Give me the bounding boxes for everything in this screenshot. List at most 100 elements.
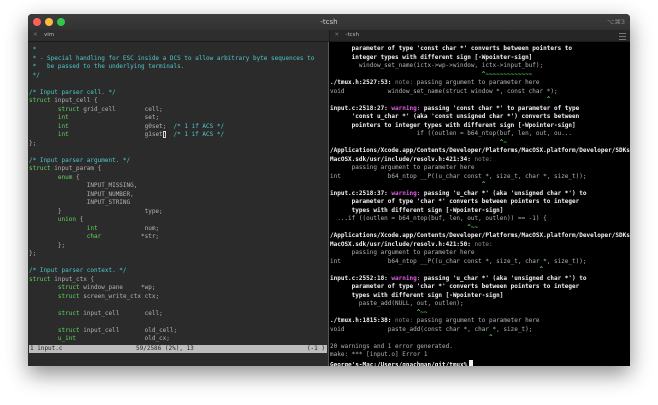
close-window-button[interactable] bbox=[33, 18, 41, 26]
code-line: input.c:2552:18: warning: passing 'u_cha… bbox=[330, 275, 630, 284]
code-text: make: *** [input.o] Error 1 bbox=[330, 351, 428, 358]
tab-tcsh[interactable]: ✕ -tcsh bbox=[328, 30, 630, 41]
code-text: void paste_add(const char *, char *, siz… bbox=[330, 325, 533, 333]
code-text: }; bbox=[29, 250, 37, 257]
terminal-window: -tcsh ⌥⌘3 ✕ vim ✕ -tcsh * * - Special ha… bbox=[28, 14, 630, 366]
tab-label: -tcsh bbox=[345, 32, 360, 38]
code-line: * bbox=[29, 46, 314, 55]
vim-editor-buffer[interactable]: * * - Special handling for ESC inside a … bbox=[29, 46, 314, 344]
close-icon[interactable]: ✕ bbox=[33, 30, 38, 41]
code-line: pointers to integer types with different… bbox=[330, 122, 630, 131]
code-line: */ bbox=[29, 72, 314, 81]
code-text: paste_add(NULL, out, outlen); bbox=[330, 300, 464, 307]
code-bold: /Applications/Xcode.app/Contents/Develop… bbox=[330, 147, 630, 154]
code-bold: input.c:2518:37: bbox=[330, 189, 388, 197]
code-text: passing argument to parameter here bbox=[330, 249, 475, 256]
code-line: /* Input parser argument. */ bbox=[29, 157, 314, 166]
code-bold: types with different sign [-Wpointer-sig… bbox=[330, 206, 504, 214]
hamburger-menu-icon[interactable] bbox=[619, 33, 626, 40]
code-line: int g1set; /* 1 if ACS */ bbox=[29, 131, 314, 140]
code-comment: /* Input parser cell. */ bbox=[29, 88, 116, 96]
minimize-window-button[interactable] bbox=[45, 18, 53, 26]
code-line: input.c:2518:27: warning: passing 'const… bbox=[330, 105, 630, 114]
code-line: parameter of type 'const char *' convert… bbox=[330, 45, 630, 54]
code-line: INPUT_STRING bbox=[29, 199, 314, 208]
code-bold: MacOSX.sdk/usr/include/resolv.h:421:34: bbox=[330, 155, 471, 163]
code-kw: struct bbox=[57, 309, 80, 317]
code-line: INPUT_NUMBER, bbox=[29, 191, 314, 200]
window-title: -tcsh bbox=[320, 18, 338, 26]
code-line: struct input_ctx { bbox=[29, 276, 314, 285]
code-text: input_cell cell; bbox=[79, 309, 163, 317]
code-line: struct input_param { bbox=[29, 165, 314, 174]
code-bold: integer types with different sign [-Wpoi… bbox=[330, 53, 533, 61]
code-line: INPUT_MISSING, bbox=[29, 182, 314, 191]
code-line: void window_set_name(struct window *, co… bbox=[330, 88, 630, 97]
code-line: int g0set; /* 1 if ACS */ bbox=[29, 123, 314, 132]
terminal-output[interactable]: parameter of type 'const char *' convert… bbox=[330, 45, 630, 366]
code-text: g0set; bbox=[68, 122, 174, 130]
status-extra: (-1 ) bbox=[306, 345, 325, 352]
code-comment: * - Special handling for ESC inside a DC… bbox=[29, 54, 315, 62]
code-line: passing argument to parameter here bbox=[330, 164, 630, 173]
vim-status-line: 1 input.c 59/2586 (2%), 13 (-1 ) bbox=[29, 345, 327, 353]
code-line: ^ bbox=[330, 334, 630, 343]
code-caret: ^ bbox=[330, 181, 486, 188]
code-line: ...if ((outlen = b64_ntop(buf, len, out,… bbox=[330, 215, 630, 224]
code-bold: passing 'u_char *' (aka 'unsigned char *… bbox=[420, 274, 587, 282]
code-bold: parameter of type 'char *' converts betw… bbox=[330, 283, 580, 290]
code-text: g1set bbox=[68, 131, 163, 138]
code-line: int num; bbox=[29, 225, 314, 234]
code-prompt: George's-Mac:/Users/gnachman/git/tmux% bbox=[330, 361, 468, 366]
code-bold: parameter of type 'char *' converts betw… bbox=[330, 198, 580, 205]
code-line: 20 warnings and 1 error generated. bbox=[330, 343, 630, 352]
code-text: grid_cell cell; bbox=[79, 105, 163, 113]
code-comment: /* 1 if ACS */ bbox=[173, 131, 225, 138]
status-file: 1 input.c bbox=[30, 345, 63, 352]
code-line: MacOSX.sdk/usr/include/resolv.h:421:50: … bbox=[330, 241, 630, 250]
close-icon[interactable]: ✕ bbox=[335, 30, 340, 41]
window-shortcut: ⌥⌘3 bbox=[606, 18, 625, 26]
code-text: input_param { bbox=[50, 165, 102, 172]
code-line: union { bbox=[29, 216, 314, 225]
code-line: /* Input parser context. */ bbox=[29, 267, 314, 276]
code-bold: ./tmux.h:2527:53: bbox=[330, 79, 392, 86]
code-comment: /* 1 if ACS */ bbox=[173, 122, 225, 130]
code-kw: struct bbox=[57, 292, 80, 300]
tcsh-pane[interactable]: parameter of type 'const char *' convert… bbox=[329, 42, 630, 366]
code-text: int b64_ntop __P((u_char const *, size_t… bbox=[330, 172, 587, 180]
code-line: u_int old_cx; bbox=[29, 335, 314, 344]
tab-vim[interactable]: ✕ vim bbox=[28, 30, 329, 41]
code-text: old_cx; bbox=[75, 335, 170, 342]
code-text: 20 warnings and 1 error generated. bbox=[330, 342, 453, 350]
code-text: }; bbox=[29, 139, 37, 147]
code-line: 'const u_char *' (aka 'const unsigned ch… bbox=[330, 113, 630, 122]
zoom-window-button[interactable] bbox=[57, 18, 65, 26]
code-text: window_pane *wp; bbox=[79, 284, 156, 291]
code-warn: warning: bbox=[387, 104, 421, 112]
code-kw: u_int bbox=[57, 335, 76, 342]
code-caret: ^ bbox=[330, 96, 551, 103]
vim-pane[interactable]: * * - Special handling for ESC inside a … bbox=[28, 42, 329, 366]
code-line: enum { bbox=[29, 174, 314, 183]
code-caret: ^ bbox=[330, 334, 493, 341]
code-line: ^ bbox=[330, 181, 630, 190]
code-line: struct screen_write_ctx ctx; bbox=[29, 293, 314, 302]
code-caret: ^~~~~~~~~~~~~~ bbox=[330, 70, 533, 78]
code-kw: int bbox=[57, 114, 69, 121]
code-line: struct grid_cell cell; bbox=[29, 106, 314, 115]
code-line: struct input_cell { bbox=[29, 97, 314, 106]
code-line: struct input_cell cell; bbox=[29, 310, 314, 319]
code-line: int set; bbox=[29, 114, 314, 123]
code-comment: /* Input parser argument. */ bbox=[29, 156, 131, 164]
code-comment: * be passed to the underlying terminals. bbox=[29, 63, 185, 70]
code-text: input_ctx { bbox=[50, 275, 95, 283]
